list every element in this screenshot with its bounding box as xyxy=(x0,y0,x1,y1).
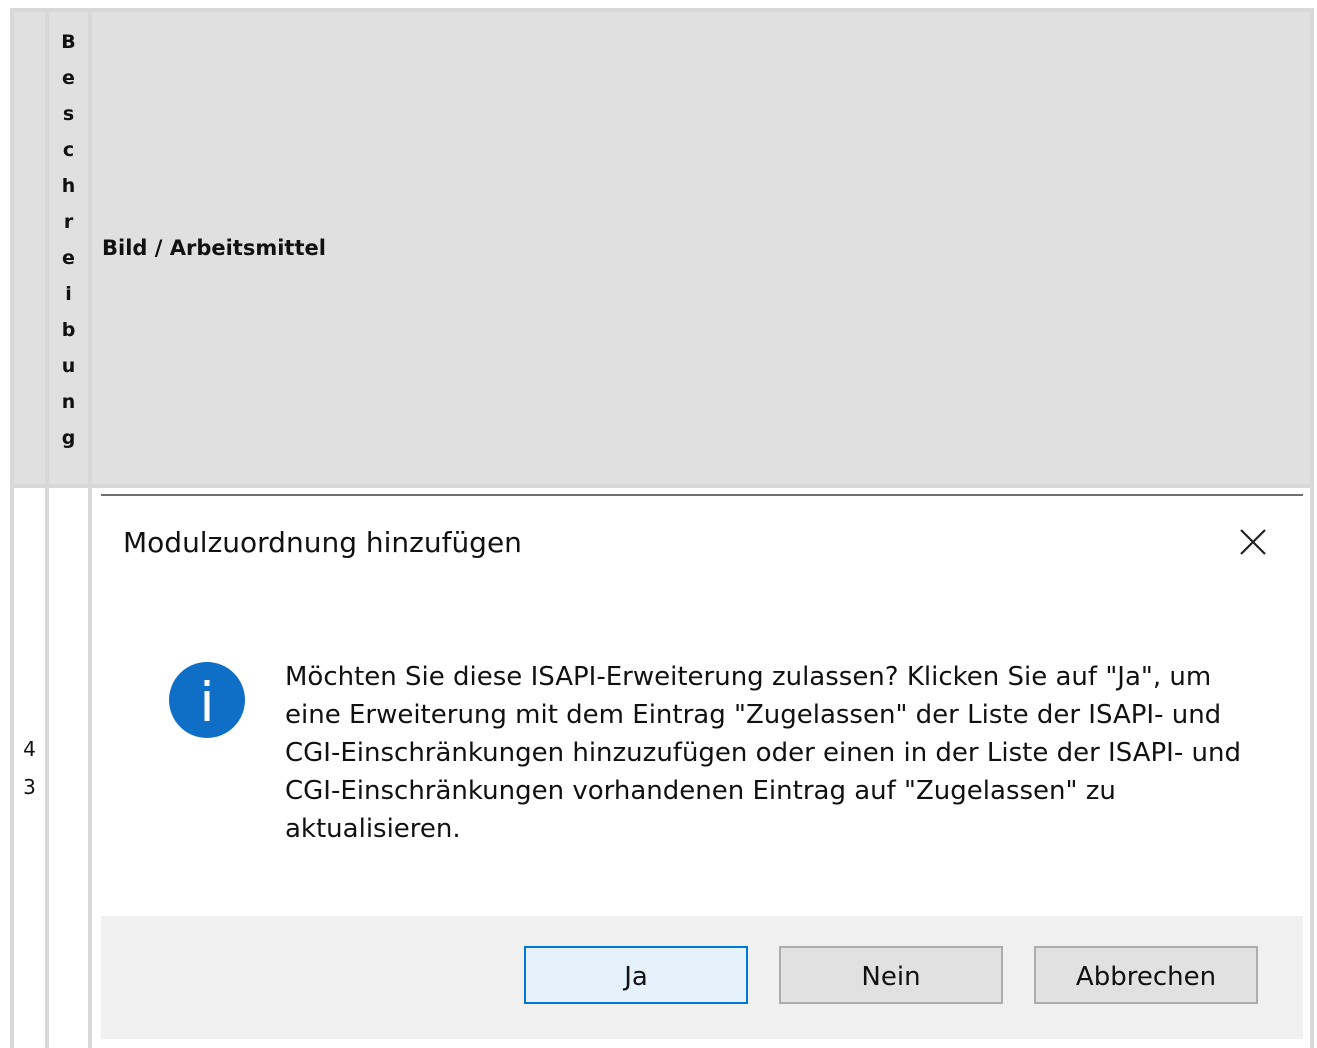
row-number: 4 3 xyxy=(23,737,36,799)
info-icon xyxy=(167,660,247,740)
cancel-button[interactable]: Abbrechen xyxy=(1034,946,1258,1004)
table-border xyxy=(1310,8,1314,1048)
close-icon[interactable] xyxy=(1231,520,1275,564)
dialog-message: Möchten Sie diese ISAPI-Erweiterung zula… xyxy=(285,662,1241,844)
header-number-cell xyxy=(14,12,45,484)
column-divider xyxy=(88,8,92,1048)
header-description-label: B e s c h r e i b u n g xyxy=(61,31,76,449)
message-dialog: Modulzuordnung hinzufügen Möchten Sie di… xyxy=(101,494,1303,1039)
dialog-button-bar: Ja Nein Abbrechen xyxy=(101,916,1303,1039)
dialog-title: Modulzuordnung hinzufügen xyxy=(123,526,522,559)
table-border xyxy=(10,8,14,1048)
yes-button[interactable]: Ja xyxy=(524,946,748,1004)
row-divider xyxy=(10,484,1314,488)
table-border xyxy=(10,8,1314,12)
no-button[interactable]: Nein xyxy=(779,946,1003,1004)
header-image-label: Bild / Arbeitsmittel xyxy=(102,236,326,260)
